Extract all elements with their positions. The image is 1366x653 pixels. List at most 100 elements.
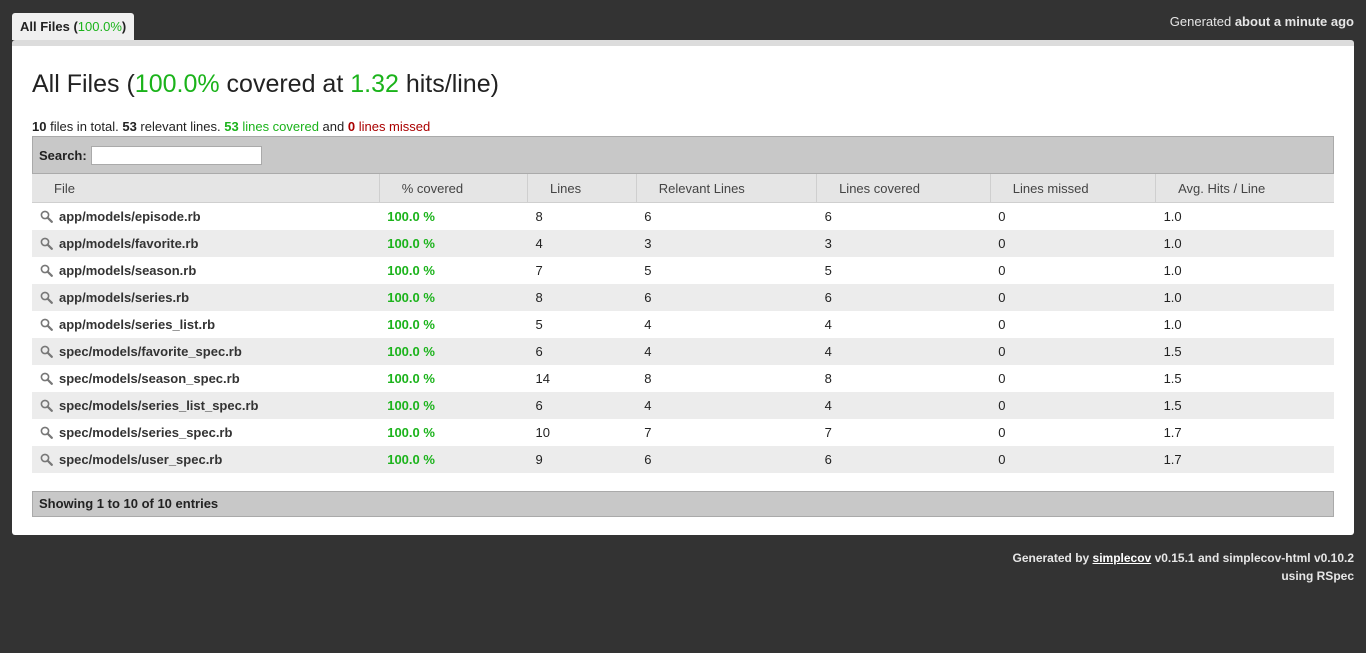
magnifier-icon xyxy=(40,345,53,358)
file-table: File% covered Lines Relevant Lines Lines co… xyxy=(32,174,1334,473)
table-row: spec/models/series_spec.rb 100.0 % 10 7 7 0 1.… xyxy=(32,419,1334,446)
cell-relevant-lines: 6 xyxy=(636,284,817,311)
table-row: app/models/favorite.rb 100.0 % 4 3 3 0 1.0 xyxy=(32,230,1334,257)
cell-lines-missed: 0 xyxy=(998,209,1006,224)
cell-lines-covered: 6 xyxy=(824,209,832,224)
cell-covered: 100.0 % xyxy=(387,371,435,386)
search-input[interactable] xyxy=(90,145,262,165)
cell-avg-hits-line: 1.5 xyxy=(1163,371,1182,386)
title-coverage: 100.0% xyxy=(134,70,220,98)
magnifier-icon xyxy=(40,372,53,385)
generated-time: Generated about a minute ago xyxy=(1169,14,1354,29)
page-title: All Files (100.0% covered at 1.32 hits/l… xyxy=(32,70,499,98)
cell-lines: 10 xyxy=(535,425,550,440)
cell-relevant-lines: 6 xyxy=(636,446,817,473)
cell-avg-hits-line: 1.7 xyxy=(1155,446,1334,473)
table-row: spec/models/series_list_spec.rb 100.0 % 6 4… xyxy=(32,392,1334,419)
table-row: app/models/season.rb 100.0 % 7 5 5 0 1.0 xyxy=(32,257,1334,284)
file-name: spec/models/favorite_spec.rb xyxy=(59,344,242,359)
cell-covered: 100.0 % xyxy=(379,392,528,419)
table-row: spec/models/season_spec.rb 100.0 % 14 8 8 0 1.… xyxy=(32,365,1334,392)
cell-covered: 100.0 % xyxy=(387,317,435,332)
file-link[interactable]: app/models/season.rb xyxy=(32,257,379,284)
magnifier-icon xyxy=(40,210,53,223)
cell-lines-covered: 3 xyxy=(816,230,991,257)
file-name: spec/models/series_list_spec.rb xyxy=(59,398,259,413)
cell-avg-hits-line: 1.0 xyxy=(1155,284,1334,311)
simplecov-link[interactable]: simplecov xyxy=(1093,551,1152,565)
column-header-avg-hits-line[interactable]: Avg. Hits / Line xyxy=(1155,174,1334,203)
cell-lines: 6 xyxy=(527,338,637,365)
table-row: app/models/series.rb 100.0 % 8 6 6 0 1.0 xyxy=(32,284,1334,311)
credits: Generated by simplecov v0.15.1 and simpl… xyxy=(1012,551,1355,583)
magnifier-icon xyxy=(40,399,53,412)
cell-lines-covered: 6 xyxy=(816,446,991,473)
file-link[interactable]: app/models/series.rb xyxy=(32,284,380,311)
file-name: spec/models/series_spec.rb xyxy=(59,425,233,440)
cell-relevant-lines: 4 xyxy=(644,317,652,332)
file-name: spec/models/user_spec.rb xyxy=(59,452,223,467)
cell-lines-covered: 4 xyxy=(816,392,991,419)
cell-avg-hits-line: 1.0 xyxy=(1155,230,1334,257)
file-link[interactable]: spec/models/series_spec.rb xyxy=(32,419,379,446)
cell-covered: 100.0 % xyxy=(379,284,528,311)
cell-relevant-lines: 4 xyxy=(636,392,817,419)
column-header-lines-covered[interactable]: Lines covered xyxy=(816,174,991,203)
cell-covered: 100.0 % xyxy=(379,230,528,257)
file-name: app/models/favorite.rb xyxy=(59,236,199,251)
cell-avg-hits-line: 1.7 xyxy=(1163,425,1182,440)
table-row: spec/models/user_spec.rb 100.0 % 9 6 6 0 1.7 xyxy=(32,446,1334,473)
tab-label: All Files ( xyxy=(20,19,78,34)
coverage-panel: All Files (100.0% covered at 1.32 hits/l… xyxy=(12,40,1354,535)
summary-line: 10 files in total. 53 relevant lines. 53… xyxy=(32,119,431,134)
cell-lines-covered: 4 xyxy=(824,317,832,332)
file-name: app/models/episode.rb xyxy=(59,209,201,224)
cell-lines-missed: 0 xyxy=(998,317,1006,332)
cell-lines-missed: 0 xyxy=(998,425,1006,440)
magnifier-icon xyxy=(40,237,53,250)
file-link[interactable]: spec/models/season_spec.rb xyxy=(32,365,379,392)
file-name: app/models/season.rb xyxy=(59,263,197,278)
credits-line2: using RSpec xyxy=(1281,569,1354,583)
file-link[interactable]: app/models/series_list.rb xyxy=(32,311,379,338)
cell-covered: 100.0 % xyxy=(379,338,528,365)
file-link[interactable]: app/models/favorite.rb xyxy=(32,230,380,257)
search-label: Search: xyxy=(39,147,87,163)
cell-covered: 100.0 % xyxy=(387,209,435,224)
column-header-covered[interactable]: % covered xyxy=(378,174,528,203)
entries-info: Showing 1 to 10 of 10 entries xyxy=(32,491,1334,517)
file-link[interactable]: spec/models/series_list_spec.rb xyxy=(32,392,380,419)
cell-relevant-lines: 8 xyxy=(644,371,652,386)
cell-relevant-lines: 3 xyxy=(636,230,817,257)
file-link[interactable]: app/models/episode.rb xyxy=(32,203,379,231)
tab-all-files[interactable]: All Files (100.0%) xyxy=(12,13,135,40)
cell-lines-missed: 0 xyxy=(990,338,1156,365)
column-header-file[interactable]: File xyxy=(32,174,380,203)
cell-avg-hits-line: 1.5 xyxy=(1155,392,1334,419)
table-row: spec/models/favorite_spec.rb 100.0 % 6 4 4 0 1… xyxy=(32,338,1334,365)
table-row: app/models/series_list.rb 100.0 % 5 4 4 0 1.0 xyxy=(32,311,1334,338)
cell-lines-missed: 0 xyxy=(990,446,1156,473)
file-link[interactable]: spec/models/user_spec.rb xyxy=(32,446,380,473)
cell-lines: 8 xyxy=(535,209,543,224)
table-body: app/models/episode.rb 100.0 % 8 6 6 0 1.0 app/m… xyxy=(32,203,1334,473)
cell-lines: 9 xyxy=(527,446,637,473)
cell-lines-covered: 5 xyxy=(824,263,832,278)
column-header-lines[interactable]: Lines xyxy=(527,174,637,203)
column-header-relevant-lines[interactable]: Relevant Lines xyxy=(635,174,817,203)
cell-avg-hits-line: 1.0 xyxy=(1163,263,1182,278)
title-hits: 1.32 xyxy=(350,70,399,98)
cell-lines-covered: 4 xyxy=(816,338,991,365)
tab-label-suffix: ) xyxy=(121,19,127,34)
cell-lines-missed: 0 xyxy=(990,230,1156,257)
file-link[interactable]: spec/models/favorite_spec.rb xyxy=(32,338,380,365)
cell-lines-covered: 6 xyxy=(816,284,991,311)
magnifier-icon xyxy=(40,453,53,466)
cell-lines: 14 xyxy=(535,371,550,386)
file-name: app/models/series_list.rb xyxy=(59,317,216,332)
cell-lines: 5 xyxy=(535,317,543,332)
cell-relevant-lines: 6 xyxy=(644,209,652,224)
cell-avg-hits-line: 1.5 xyxy=(1155,338,1334,365)
column-header-lines-missed[interactable]: Lines missed xyxy=(989,174,1156,203)
cell-lines-missed: 0 xyxy=(998,371,1006,386)
